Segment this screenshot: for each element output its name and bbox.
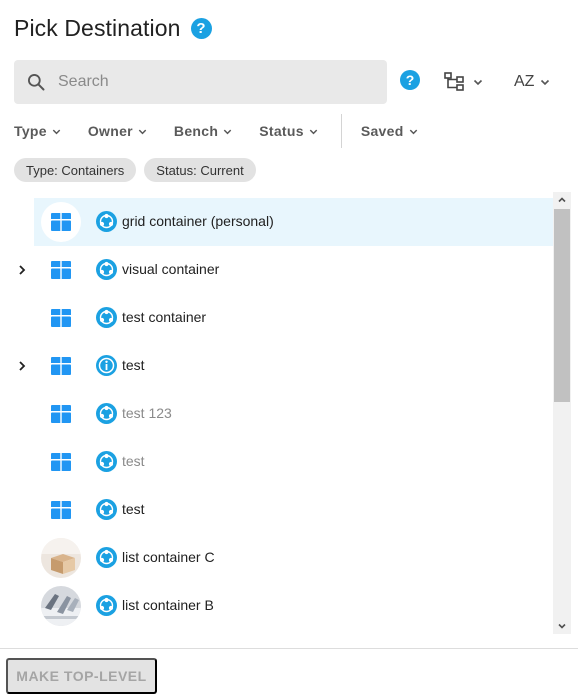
filter-owner[interactable]: Owner xyxy=(88,123,148,139)
container-icon xyxy=(41,346,81,386)
filter-divider xyxy=(340,114,342,148)
page-title: Pick Destination xyxy=(14,14,181,41)
make-top-level-button[interactable]: MAKE TOP-LEVEL xyxy=(6,658,157,694)
sort-label: AZ xyxy=(514,73,535,90)
chevron-down-icon xyxy=(223,129,232,134)
list-item-label: test xyxy=(122,501,145,517)
list-item[interactable]: test xyxy=(0,438,553,486)
container-icon xyxy=(41,202,81,242)
search-row: ? AZ xyxy=(14,60,564,104)
list-item-label: list container B xyxy=(122,597,214,613)
shared-icon xyxy=(96,547,117,568)
list-item-label: test xyxy=(122,453,145,469)
filter-bar: Type Owner Bench Status Saved xyxy=(14,114,445,148)
list-item-label: test 123 xyxy=(122,405,172,421)
filter-status[interactable]: Status xyxy=(259,123,319,139)
list-item-label: test container xyxy=(122,309,207,325)
photo-thumbnail xyxy=(41,586,81,626)
filter-label: Bench xyxy=(173,123,219,139)
info-icon xyxy=(96,355,117,376)
list-item[interactable]: list container C xyxy=(0,534,553,582)
list-item[interactable]: list container B xyxy=(0,582,553,630)
search-icon xyxy=(28,74,45,91)
chevron-down-icon xyxy=(541,79,550,86)
container-icon xyxy=(41,250,81,290)
sort-button[interactable]: AZ xyxy=(514,70,564,94)
footer-divider xyxy=(0,648,578,649)
active-filter-chips: Type: Containers Status: Current xyxy=(14,158,264,182)
container-icon xyxy=(41,394,81,434)
filter-chip-type[interactable]: Type: Containers xyxy=(14,158,137,182)
tree-view-icon xyxy=(444,72,464,91)
list-item[interactable]: grid container (personal) xyxy=(34,198,553,246)
help-circle-icon[interactable]: ? xyxy=(190,17,212,39)
chevron-right-icon[interactable] xyxy=(14,358,30,374)
scrollbar[interactable] xyxy=(553,192,571,634)
list-item[interactable]: test 123 xyxy=(0,390,553,438)
scroll-thumb[interactable] xyxy=(554,209,570,402)
container-icon xyxy=(41,298,81,338)
shared-icon xyxy=(96,403,117,424)
tree-view-button[interactable] xyxy=(444,70,488,94)
shared-icon xyxy=(96,211,117,232)
filter-label: Saved xyxy=(360,123,404,139)
list-item-label: list container C xyxy=(122,549,215,565)
shared-icon xyxy=(96,307,117,328)
photo-thumbnail xyxy=(41,538,81,578)
chevron-down-icon xyxy=(138,129,147,134)
chevron-up-icon xyxy=(558,197,566,203)
shared-icon xyxy=(96,259,117,280)
chevron-right-icon[interactable] xyxy=(14,262,30,278)
filter-type[interactable]: Type xyxy=(14,123,62,139)
chevron-down-icon xyxy=(309,129,318,134)
list-item[interactable]: test xyxy=(0,342,553,390)
search-box[interactable] xyxy=(14,60,387,104)
filter-label: Owner xyxy=(87,123,133,139)
list-item-label: grid container (personal) xyxy=(122,213,274,229)
container-icon xyxy=(41,490,81,530)
list-item[interactable]: test container xyxy=(0,294,553,342)
chevron-down-icon xyxy=(473,79,483,86)
list-item-label: visual container xyxy=(122,261,220,277)
filter-saved[interactable]: Saved xyxy=(361,123,419,139)
list-item[interactable]: test xyxy=(0,486,553,534)
shared-icon xyxy=(96,499,117,520)
dialog-header: Pick Destination ? xyxy=(14,12,212,44)
destination-list: grid container (personal) visual containe… xyxy=(0,198,553,634)
filter-label: Type xyxy=(14,123,47,139)
shared-icon xyxy=(96,451,117,472)
shared-icon xyxy=(96,595,117,616)
chevron-down-icon xyxy=(52,129,61,134)
chevron-down-icon xyxy=(558,623,566,629)
filter-bench[interactable]: Bench xyxy=(174,123,233,139)
filter-label: Status xyxy=(259,123,304,139)
search-input[interactable] xyxy=(58,60,378,104)
container-icon xyxy=(41,442,81,482)
list-item-label: test xyxy=(122,357,145,373)
chevron-down-icon xyxy=(409,129,417,134)
search-help-icon[interactable]: ? xyxy=(400,70,420,90)
list-item[interactable]: visual container xyxy=(0,246,553,294)
filter-chip-status[interactable]: Status: Current xyxy=(144,158,256,182)
scroll-up-arrow[interactable] xyxy=(553,192,571,208)
scroll-down-arrow[interactable] xyxy=(553,618,571,634)
